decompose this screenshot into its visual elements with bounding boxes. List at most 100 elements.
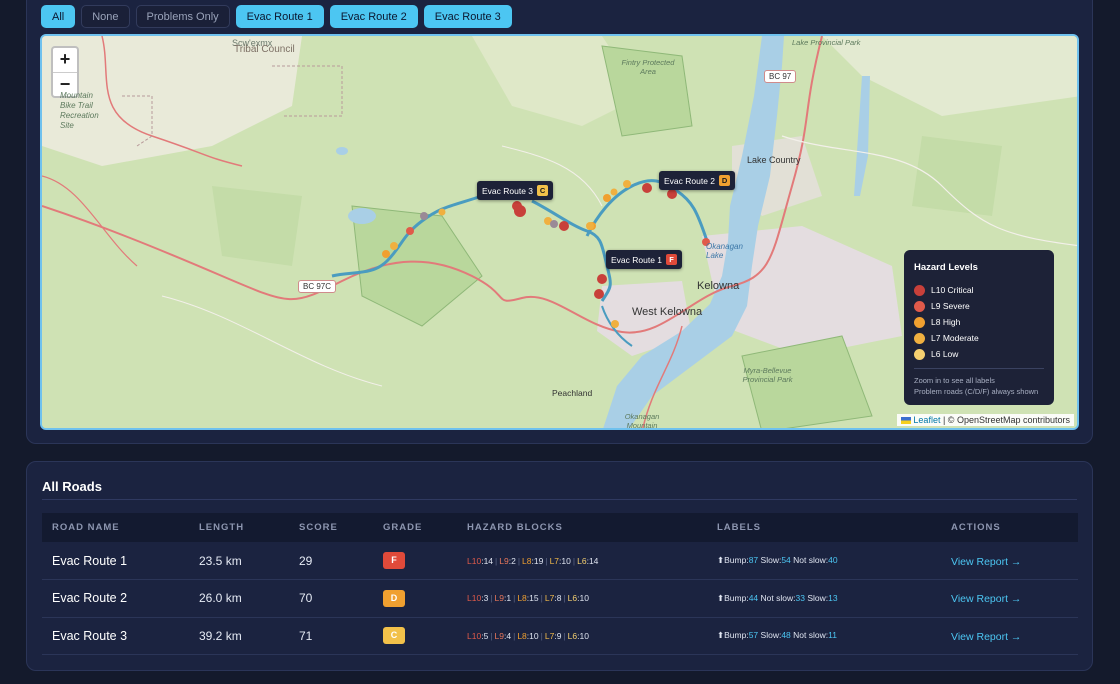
table-row: Evac Route 3 39.2 km 71 C L10:5 | L9:4 | L8:10 | L… xyxy=(42,617,1078,655)
hazard-level: L6 xyxy=(567,630,578,641)
road-length: 23.5 km xyxy=(199,553,242,568)
legend-item: L7 Moderate xyxy=(914,330,1044,346)
table-header-row: ROAD NAME LENGTH SCORE GRADE HAZARD BLOCKS LA… xyxy=(42,513,1078,542)
hazard-map[interactable]: + − Scw'exmx Tribal Council Mountain Bik… xyxy=(40,34,1079,430)
label-name: ⬆Bump: xyxy=(717,630,749,641)
label-count: 13 xyxy=(828,592,838,603)
zoom-in-button[interactable]: + xyxy=(53,48,77,72)
label-count: 44 xyxy=(748,592,759,603)
view-report-link[interactable]: View Report → xyxy=(951,556,1021,568)
grade-badge: C xyxy=(383,627,405,645)
road-name: Evac Route 1 xyxy=(52,553,128,568)
map-attribution: Leaflet | © OpenStreetMap contributors xyxy=(896,414,1074,426)
route-tag-3[interactable]: Evac Route 3 C xyxy=(477,181,554,200)
label-count: 11 xyxy=(828,630,837,641)
route-tag-label: Evac Route 2 xyxy=(664,175,716,186)
legend-label: L8 High xyxy=(931,317,961,327)
filter-evac-route-1[interactable]: Evac Route 1 xyxy=(235,5,324,28)
route-tag-1[interactable]: Evac Route 1 F xyxy=(606,250,683,269)
table-row: Evac Route 1 23.5 km 29 F L10:14 | L9:2 | L8:19 |… xyxy=(42,542,1078,580)
hazard-count: 10 xyxy=(579,630,589,641)
filter-none[interactable]: None xyxy=(81,5,130,28)
column-header: GRADE xyxy=(383,522,423,533)
hazard-level: L6 xyxy=(577,555,587,566)
hazard-level: L10 xyxy=(467,593,482,604)
label-name: Slow: xyxy=(758,630,782,641)
road-name: Evac Route 3 xyxy=(52,628,128,643)
column-header: SCORE xyxy=(299,522,338,533)
legend-note-problems: Problem roads (C/D/F) always shown xyxy=(914,387,1039,396)
legend-label: L6 Low xyxy=(931,349,959,359)
legend-dot-icon xyxy=(914,300,925,312)
legend-label: L9 Severe xyxy=(931,301,970,311)
route-grade-badge: F xyxy=(666,254,678,265)
label-counts: ⬆Bump:57 Slow:48 Not slow:11 xyxy=(707,617,941,655)
label-count: 40 xyxy=(828,555,838,565)
label-name: Slow: xyxy=(804,592,829,603)
road-length: 26.0 km xyxy=(199,591,242,606)
road-name: Evac Route 2 xyxy=(52,591,128,606)
label-name: Slow: xyxy=(758,555,782,565)
highway-shield-bc97c: BC 97C xyxy=(298,280,337,293)
view-report-link[interactable]: View Report → xyxy=(951,631,1021,643)
grade-badge: D xyxy=(383,589,405,607)
filter-evac-route-2[interactable]: Evac Route 2 xyxy=(329,5,418,28)
column-header: ACTIONS xyxy=(951,522,1001,533)
road-length: 39.2 km xyxy=(199,628,242,643)
hazard-level: L7 xyxy=(549,555,560,566)
column-header: LABELS xyxy=(717,522,761,533)
legend-note-zoom: Zoom in to see all labels xyxy=(914,376,995,385)
route-tag-label: Evac Route 1 xyxy=(611,254,663,265)
road-score: 70 xyxy=(299,591,313,606)
hazard-count: 10 xyxy=(529,630,539,641)
route-grade-badge: C xyxy=(537,185,549,196)
hazard-blocks: L10:14 | L9:2 | L8:19 | L7:10 | L6:14 xyxy=(457,542,707,580)
legend-label: L7 Moderate xyxy=(931,333,979,343)
actions-cell: View Report → xyxy=(941,617,1078,655)
hazard-level: L7 xyxy=(544,593,555,604)
place-label-lake-country: Lake Country xyxy=(747,155,801,165)
legend-dot-icon xyxy=(914,316,925,328)
legend-dot-icon xyxy=(914,332,925,344)
place-label-kelowna: Kelowna xyxy=(697,280,740,292)
place-label-tribal-council: Tribal Council xyxy=(234,44,295,55)
place-label-peachland: Peachland xyxy=(552,388,593,398)
roads-card: All Roads ROAD NAME LENGTH SCORE GRADE HAZAR… xyxy=(26,461,1093,671)
leaflet-link[interactable]: Leaflet xyxy=(913,415,940,425)
label-counts: ⬆Bump:44 Not slow:33 Slow:13 xyxy=(707,580,941,618)
actions-cell: View Report → xyxy=(941,542,1078,580)
legend-label: L10 Critical xyxy=(931,285,974,295)
road-score: 71 xyxy=(299,628,313,643)
osm-attribution: | © OpenStreetMap contributors xyxy=(942,415,1070,425)
grade-cell: F xyxy=(373,542,457,580)
hazard-count: 10 xyxy=(579,593,589,604)
legend-item: L10 Critical xyxy=(914,282,1044,298)
view-report-link[interactable]: View Report → xyxy=(951,593,1021,605)
hazard-count: 10 xyxy=(561,555,571,566)
legend-item: L8 High xyxy=(914,314,1044,330)
grade-cell: C xyxy=(373,617,457,655)
legend-dot-icon xyxy=(914,348,925,360)
filter-evac-route-3[interactable]: Evac Route 3 xyxy=(423,5,512,28)
grade-cell: D xyxy=(373,580,457,618)
label-count: 57 xyxy=(748,630,759,641)
filter-problems-only[interactable]: Problems Only xyxy=(135,5,230,28)
hazard-count: 14 xyxy=(588,555,599,566)
label-name: Not slow: xyxy=(758,592,796,603)
filter-all[interactable]: All xyxy=(41,5,76,28)
label-counts: ⬆Bump:87 Slow:54 Not slow:40 xyxy=(707,542,941,580)
hazard-level: L6 xyxy=(567,593,578,604)
label-name: ⬆Bump: xyxy=(717,592,749,603)
hazard-level: L8 xyxy=(517,593,527,604)
label-count: 48 xyxy=(781,630,791,641)
hazard-count: 15 xyxy=(529,593,539,604)
divider xyxy=(42,499,1077,500)
place-label-kalamalka: Lake Provincial Park xyxy=(792,38,861,47)
legend-title: Hazard Levels xyxy=(914,262,978,273)
label-name: ⬆Bump: xyxy=(717,555,749,565)
hazard-blocks: L10:3 | L9:1 | L8:15 | L7:8 | L6:10 xyxy=(457,580,707,618)
hazard-level: L9 xyxy=(494,593,504,604)
route-tag-2[interactable]: Evac Route 2 D xyxy=(659,171,736,190)
hazard-blocks: L10:5 | L9:4 | L8:10 | L7:9 | L6:10 xyxy=(457,617,707,655)
legend-item: L9 Severe xyxy=(914,298,1044,314)
